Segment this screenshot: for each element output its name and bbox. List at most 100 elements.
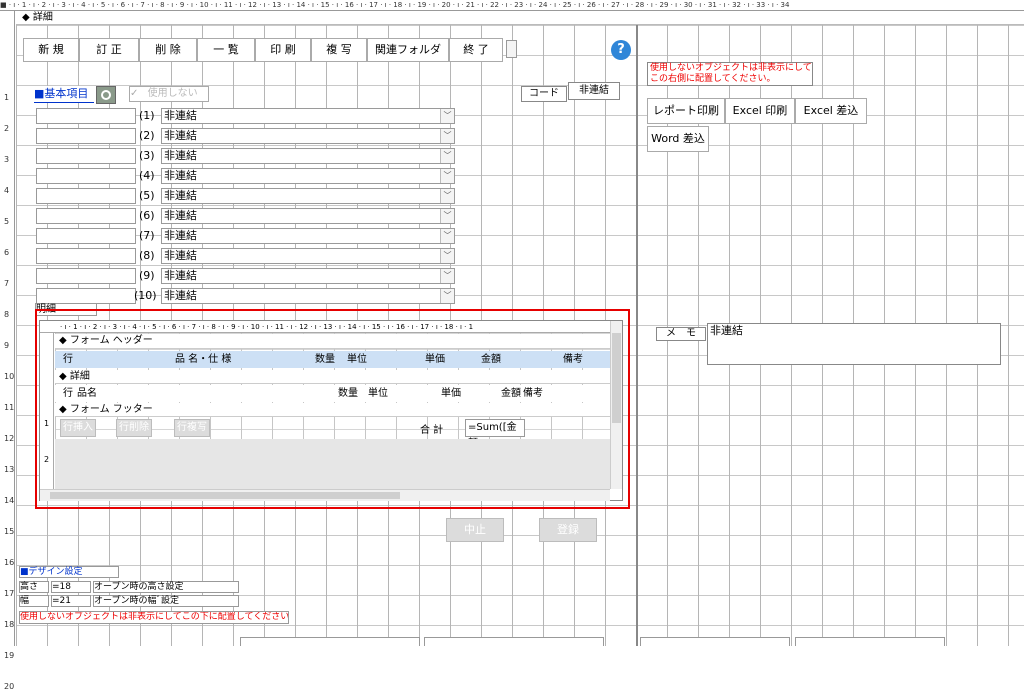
report-print-button[interactable]: レポート印刷 bbox=[647, 98, 725, 124]
chevron-down-icon[interactable]: ﹀ bbox=[440, 189, 454, 203]
basic-items-title: ■基本項目 bbox=[34, 86, 89, 102]
bottom-field-2[interactable] bbox=[424, 637, 604, 646]
bottom-field-1[interactable] bbox=[240, 637, 420, 646]
excel-merge-button[interactable]: Excel 差込 bbox=[795, 98, 867, 124]
help-icon[interactable]: ? bbox=[611, 40, 631, 60]
field-number: (1) bbox=[139, 109, 155, 122]
edit-button[interactable]: 訂 正 bbox=[79, 38, 139, 62]
chevron-down-icon[interactable]: ﹀ bbox=[440, 269, 454, 283]
chevron-down-icon[interactable]: ﹀ bbox=[440, 129, 454, 143]
basic-title-underline bbox=[34, 102, 94, 103]
field-combo[interactable]: 非連結 ﹀ bbox=[161, 228, 455, 244]
cancel-button[interactable]: 中止 bbox=[446, 518, 504, 542]
chevron-down-icon[interactable]: ﹀ bbox=[440, 289, 454, 303]
section-title: ◆ 詳細 bbox=[22, 12, 53, 23]
unbound-box[interactable] bbox=[506, 40, 517, 58]
field-caption-box bbox=[36, 188, 136, 204]
chevron-down-icon[interactable]: ﹀ bbox=[440, 149, 454, 163]
design-note: 使用しないオブジェクトは非表示にしてこの下に配置してください。 bbox=[19, 611, 289, 624]
bottom-field-4[interactable] bbox=[795, 637, 945, 646]
delete-button[interactable]: 削 除 bbox=[139, 38, 197, 62]
vertical-ruler-mark: 10 bbox=[4, 372, 15, 381]
field-caption-box bbox=[36, 228, 136, 244]
field-combo[interactable]: 非連結 ﹀ bbox=[161, 108, 455, 124]
memo-field[interactable]: 非連結 bbox=[707, 323, 1001, 365]
vertical-ruler-mark: 16 bbox=[4, 558, 15, 567]
field-number: (5) bbox=[139, 189, 155, 202]
field-caption-box bbox=[36, 128, 136, 144]
vertical-ruler-mark: 15 bbox=[4, 527, 15, 536]
exit-button[interactable]: 終 了 bbox=[449, 38, 503, 62]
field-combo[interactable]: 非連結 ﹀ bbox=[161, 148, 455, 164]
field-number: (3) bbox=[139, 149, 155, 162]
code-label: コード bbox=[521, 86, 567, 102]
field-caption-box bbox=[36, 288, 136, 304]
register-button[interactable]: 登録 bbox=[539, 518, 597, 542]
check-icon: ✓ bbox=[130, 88, 139, 99]
chevron-down-icon[interactable]: ﹀ bbox=[440, 229, 454, 243]
field-number: (2) bbox=[139, 129, 155, 142]
excel-print-button[interactable]: Excel 印刷 bbox=[725, 98, 795, 124]
width-label: 幅 bbox=[19, 595, 49, 607]
field-caption-box bbox=[36, 248, 136, 264]
bottom-field-3[interactable] bbox=[640, 637, 790, 646]
chevron-down-icon[interactable]: ﹀ bbox=[440, 209, 454, 223]
hidden-objects-note: 使用しないオブジェクトは非表示にして この右側に配置してください。 bbox=[647, 62, 813, 86]
chevron-down-icon[interactable]: ﹀ bbox=[440, 249, 454, 263]
code-field[interactable]: 非連結 bbox=[568, 82, 620, 100]
vertical-ruler-mark: 12 bbox=[4, 434, 15, 443]
field-caption-box bbox=[36, 268, 136, 284]
chevron-down-icon[interactable]: ﹀ bbox=[440, 109, 454, 123]
new-button[interactable]: 新 規 bbox=[23, 38, 79, 62]
vertical-ruler-mark: 3 bbox=[4, 155, 10, 164]
field-number: (8) bbox=[139, 249, 155, 262]
field-value: 非連結 bbox=[164, 229, 197, 242]
field-number: (7) bbox=[139, 229, 155, 242]
chevron-down-icon[interactable]: ﹀ bbox=[440, 169, 454, 183]
vertical-ruler-mark: 14 bbox=[4, 496, 15, 505]
detail-section-bar[interactable]: ◆ 詳細 bbox=[16, 11, 1024, 25]
vertical-ruler-mark: 1 bbox=[4, 93, 10, 102]
height-label: 高さ bbox=[19, 581, 49, 593]
settings-gear-icon[interactable] bbox=[96, 86, 116, 104]
horizontal-ruler: ■ · ı · 1 · ı · 2 · ı · 3 · ı · 4 · ı · … bbox=[0, 0, 1024, 11]
height-note: オープン時の高さ設定 bbox=[93, 581, 239, 593]
field-number: (9) bbox=[139, 269, 155, 282]
vertical-ruler-mark: 4 bbox=[4, 186, 10, 195]
width-note: オープン時の幅ﾞ設定 bbox=[93, 595, 239, 607]
field-value: 非連結 bbox=[164, 209, 197, 222]
field-caption-box bbox=[36, 148, 136, 164]
height-value[interactable]: =18 bbox=[51, 581, 91, 593]
related-folder-button[interactable]: 関連フォルダ bbox=[367, 38, 449, 62]
field-combo[interactable]: 非連結 ﹀ bbox=[161, 268, 455, 284]
vertical-ruler-mark: 8 bbox=[4, 310, 10, 319]
use-not-label: 使用しない bbox=[147, 88, 198, 99]
vertical-ruler-mark: 5 bbox=[4, 217, 10, 226]
memo-label: メ モ bbox=[656, 327, 706, 341]
field-number: (4) bbox=[139, 169, 155, 182]
copy-button[interactable]: 複 写 bbox=[311, 38, 367, 62]
field-combo[interactable]: 非連結 ﹀ bbox=[161, 168, 455, 184]
field-combo[interactable]: 非連結 ﹀ bbox=[161, 128, 455, 144]
field-value: 非連結 bbox=[164, 249, 197, 262]
field-caption-box bbox=[36, 108, 136, 124]
word-merge-button[interactable]: Word 差込 bbox=[647, 126, 709, 152]
field-value: 非連結 bbox=[164, 129, 197, 142]
use-not-checkbox[interactable]: ✓ 使用しない bbox=[129, 86, 209, 102]
field-caption-box bbox=[36, 168, 136, 184]
vertical-ruler-mark: 20 bbox=[4, 682, 15, 691]
list-button[interactable]: 一 覧 bbox=[197, 38, 255, 62]
field-number: (6) bbox=[139, 209, 155, 222]
vertical-ruler-mark: 11 bbox=[4, 403, 15, 412]
field-combo[interactable]: 非連結 ﹀ bbox=[161, 288, 455, 304]
design-settings-title: ■デザイン設定 bbox=[19, 566, 119, 578]
width-value[interactable]: =21 bbox=[51, 595, 91, 607]
vertical-ruler-mark: 17 bbox=[4, 589, 15, 598]
section-divider bbox=[636, 25, 638, 646]
vertical-ruler-mark: 2 bbox=[4, 124, 10, 133]
field-value: 非連結 bbox=[164, 149, 197, 162]
field-combo[interactable]: 非連結 ﹀ bbox=[161, 248, 455, 264]
field-combo[interactable]: 非連結 ﹀ bbox=[161, 208, 455, 224]
field-combo[interactable]: 非連結 ﹀ bbox=[161, 188, 455, 204]
print-button[interactable]: 印 刷 bbox=[255, 38, 311, 62]
